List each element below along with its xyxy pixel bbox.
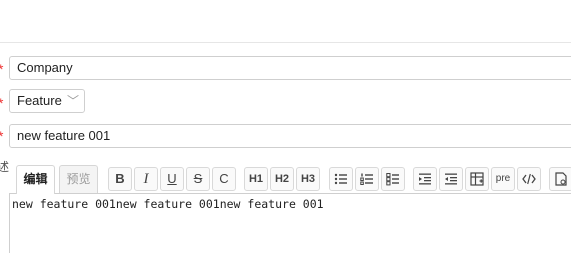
markdown-editor[interactable]: new feature 001new feature 001new featur… <box>9 193 571 253</box>
bullet-list-icon <box>330 172 352 186</box>
required-mark: * <box>0 129 3 143</box>
indent-icon <box>414 172 436 186</box>
table-button[interactable] <box>465 167 489 191</box>
outdent-button[interactable] <box>439 167 463 191</box>
bold-button[interactable]: B <box>108 167 132 191</box>
underline-button[interactable]: U <box>160 167 184 191</box>
required-mark: * <box>0 96 3 110</box>
clear-format-button[interactable]: C <box>212 167 236 191</box>
description-label: 述 <box>0 160 10 174</box>
document-icon <box>550 172 571 186</box>
company-field[interactable]: Company <box>9 56 571 80</box>
checklist-icon <box>382 172 404 186</box>
title-field[interactable]: new feature 001 <box>9 124 571 148</box>
numbered-list-button[interactable] <box>355 167 379 191</box>
code-icon <box>518 172 540 186</box>
heading1-button[interactable]: H1 <box>244 167 268 191</box>
indent-button[interactable] <box>413 167 437 191</box>
editor-content[interactable]: new feature 001new feature 001new featur… <box>12 197 324 211</box>
type-select[interactable]: Feature ﹀ <box>9 89 85 113</box>
heading3-button[interactable]: H3 <box>296 167 320 191</box>
italic-button[interactable]: I <box>134 167 158 191</box>
page: * Company * Feature ﹀ * new feature 001 … <box>0 0 571 253</box>
table-icon <box>466 172 488 186</box>
strikethrough-button[interactable]: S <box>186 167 210 191</box>
document-button[interactable] <box>549 167 571 191</box>
code-block-button[interactable]: pre <box>491 167 515 191</box>
required-mark: * <box>0 62 3 76</box>
source-code-button[interactable] <box>517 167 541 191</box>
numbered-list-icon <box>356 172 378 186</box>
outdent-icon <box>440 172 462 186</box>
tab-preview[interactable]: 预览 <box>59 165 98 193</box>
tab-edit[interactable]: 编辑 <box>16 165 55 194</box>
bullet-list-button[interactable] <box>329 167 353 191</box>
heading2-button[interactable]: H2 <box>270 167 294 191</box>
header-divider <box>0 42 571 43</box>
type-select-value: Feature <box>17 93 62 108</box>
task-list-button[interactable] <box>381 167 405 191</box>
chevron-down-icon: ﹀ <box>66 94 79 108</box>
